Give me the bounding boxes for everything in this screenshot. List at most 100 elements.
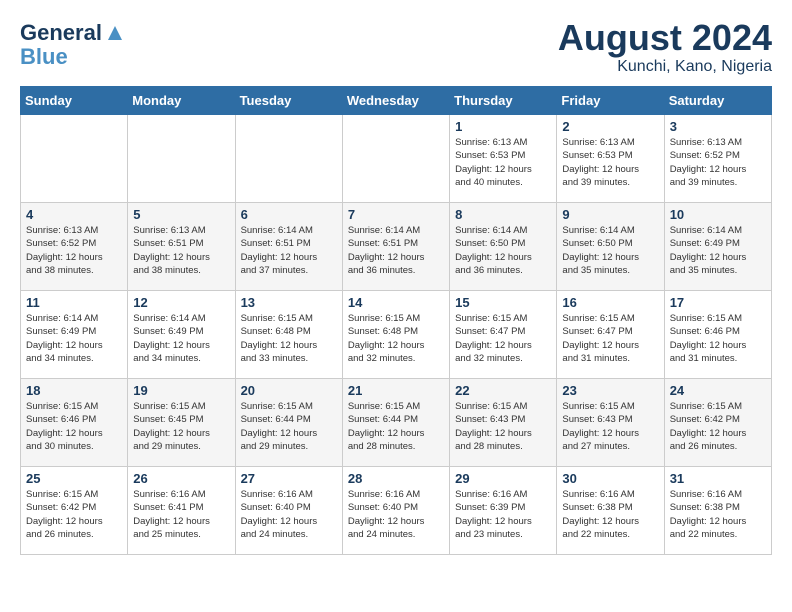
week-row-5: 25Sunrise: 6:15 AM Sunset: 6:42 PM Dayli… bbox=[21, 467, 772, 555]
day-info: Sunrise: 6:16 AM Sunset: 6:38 PM Dayligh… bbox=[670, 488, 766, 541]
day-cell: 28 Sunrise: 6:16 AM Sunset: 6:40 PM Dayli… bbox=[342, 467, 449, 555]
week-row-1: 1Sunrise: 6:13 AM Sunset: 6:53 PM Daylig… bbox=[21, 115, 772, 203]
day-info: Sunrise: 6:15 AM Sunset: 6:48 PM Dayligh… bbox=[241, 312, 337, 365]
day-number: 18 bbox=[26, 383, 122, 398]
day-number: 6 bbox=[241, 207, 337, 222]
day-number: 13 bbox=[241, 295, 337, 310]
day-cell: 14 Sunrise: 6:15 AM Sunset: 6:48 PM Dayli… bbox=[342, 291, 449, 379]
day-cell: 18 Sunrise: 6:15 AM Sunset: 6:46 PM Dayli… bbox=[21, 379, 128, 467]
day-info: Sunrise: 6:14 AM Sunset: 6:49 PM Dayligh… bbox=[133, 312, 229, 365]
page-header: General Blue August 2024 Kunchi, Kano, N… bbox=[20, 20, 772, 76]
day-info: Sunrise: 6:13 AM Sunset: 6:52 PM Dayligh… bbox=[26, 224, 122, 277]
day-number: 11 bbox=[26, 295, 122, 310]
day-info: Sunrise: 6:15 AM Sunset: 6:42 PM Dayligh… bbox=[670, 400, 766, 453]
day-info: Sunrise: 6:13 AM Sunset: 6:51 PM Dayligh… bbox=[133, 224, 229, 277]
day-cell: 15 Sunrise: 6:15 AM Sunset: 6:47 PM Dayli… bbox=[450, 291, 557, 379]
day-cell: 8 Sunrise: 6:14 AM Sunset: 6:50 PM Daylig… bbox=[450, 203, 557, 291]
day-cell: 11Sunrise: 6:14 AM Sunset: 6:49 PM Dayli… bbox=[21, 291, 128, 379]
day-number: 15 bbox=[455, 295, 551, 310]
day-info: Sunrise: 6:14 AM Sunset: 6:50 PM Dayligh… bbox=[455, 224, 551, 277]
day-cell: 6 Sunrise: 6:14 AM Sunset: 6:51 PM Daylig… bbox=[235, 203, 342, 291]
logo-blue: Blue bbox=[20, 44, 68, 70]
day-number: 21 bbox=[348, 383, 444, 398]
day-number: 29 bbox=[455, 471, 551, 486]
day-number: 7 bbox=[348, 207, 444, 222]
day-cell: 5 Sunrise: 6:13 AM Sunset: 6:51 PM Daylig… bbox=[128, 203, 235, 291]
day-cell: 13 Sunrise: 6:15 AM Sunset: 6:48 PM Dayli… bbox=[235, 291, 342, 379]
day-cell bbox=[342, 115, 449, 203]
week-row-4: 18 Sunrise: 6:15 AM Sunset: 6:46 PM Dayli… bbox=[21, 379, 772, 467]
day-info: Sunrise: 6:15 AM Sunset: 6:47 PM Dayligh… bbox=[455, 312, 551, 365]
day-cell: 12 Sunrise: 6:14 AM Sunset: 6:49 PM Dayli… bbox=[128, 291, 235, 379]
day-cell: 19 Sunrise: 6:15 AM Sunset: 6:45 PM Dayli… bbox=[128, 379, 235, 467]
day-info: Sunrise: 6:16 AM Sunset: 6:40 PM Dayligh… bbox=[348, 488, 444, 541]
day-cell: 21 Sunrise: 6:15 AM Sunset: 6:44 PM Dayli… bbox=[342, 379, 449, 467]
day-cell: 27 Sunrise: 6:16 AM Sunset: 6:40 PM Dayli… bbox=[235, 467, 342, 555]
day-number: 28 bbox=[348, 471, 444, 486]
day-cell bbox=[128, 115, 235, 203]
logo: General Blue bbox=[20, 20, 126, 70]
day-number: 24 bbox=[670, 383, 766, 398]
day-info: Sunrise: 6:15 AM Sunset: 6:48 PM Dayligh… bbox=[348, 312, 444, 365]
day-info: Sunrise: 6:15 AM Sunset: 6:46 PM Dayligh… bbox=[26, 400, 122, 453]
day-info: Sunrise: 6:16 AM Sunset: 6:40 PM Dayligh… bbox=[241, 488, 337, 541]
day-info: Sunrise: 6:15 AM Sunset: 6:46 PM Dayligh… bbox=[670, 312, 766, 365]
day-number: 16 bbox=[562, 295, 658, 310]
title-area: August 2024 Kunchi, Kano, Nigeria bbox=[558, 20, 772, 76]
day-info: Sunrise: 6:15 AM Sunset: 6:45 PM Dayligh… bbox=[133, 400, 229, 453]
header-sunday: Sunday bbox=[21, 87, 128, 115]
header-tuesday: Tuesday bbox=[235, 87, 342, 115]
day-cell: 22Sunrise: 6:15 AM Sunset: 6:43 PM Dayli… bbox=[450, 379, 557, 467]
day-cell: 29Sunrise: 6:16 AM Sunset: 6:39 PM Dayli… bbox=[450, 467, 557, 555]
day-number: 25 bbox=[26, 471, 122, 486]
day-info: Sunrise: 6:14 AM Sunset: 6:50 PM Dayligh… bbox=[562, 224, 658, 277]
day-info: Sunrise: 6:15 AM Sunset: 6:43 PM Dayligh… bbox=[455, 400, 551, 453]
day-cell: 25Sunrise: 6:15 AM Sunset: 6:42 PM Dayli… bbox=[21, 467, 128, 555]
day-info: Sunrise: 6:14 AM Sunset: 6:51 PM Dayligh… bbox=[241, 224, 337, 277]
week-row-2: 4Sunrise: 6:13 AM Sunset: 6:52 PM Daylig… bbox=[21, 203, 772, 291]
day-number: 2 bbox=[562, 119, 658, 134]
day-cell: 26Sunrise: 6:16 AM Sunset: 6:41 PM Dayli… bbox=[128, 467, 235, 555]
logo-icon bbox=[104, 22, 126, 44]
day-number: 8 bbox=[455, 207, 551, 222]
day-cell: 4Sunrise: 6:13 AM Sunset: 6:52 PM Daylig… bbox=[21, 203, 128, 291]
day-cell: 10 Sunrise: 6:14 AM Sunset: 6:49 PM Dayli… bbox=[664, 203, 771, 291]
day-number: 14 bbox=[348, 295, 444, 310]
day-info: Sunrise: 6:13 AM Sunset: 6:53 PM Dayligh… bbox=[562, 136, 658, 189]
day-info: Sunrise: 6:16 AM Sunset: 6:38 PM Dayligh… bbox=[562, 488, 658, 541]
week-row-3: 11 Sunrise: 6:14 AM Sunset: 6:49 PM Dayli… bbox=[21, 291, 772, 379]
day-number: 10 bbox=[670, 207, 766, 222]
day-number: 12 bbox=[133, 295, 229, 310]
day-cell: 2 Sunrise: 6:13 AM Sunset: 6:53 PM Daylig… bbox=[557, 115, 664, 203]
day-cell: 7Sunrise: 6:14 AM Sunset: 6:51 PM Daylig… bbox=[342, 203, 449, 291]
day-number: 19 bbox=[133, 383, 229, 398]
day-number: 26 bbox=[133, 471, 229, 486]
day-info: Sunrise: 6:15 AM Sunset: 6:43 PM Dayligh… bbox=[562, 400, 658, 453]
day-number: 3 bbox=[670, 119, 766, 134]
day-cell: 31 Sunrise: 6:16 AM Sunset: 6:38 PM Dayli… bbox=[664, 467, 771, 555]
day-number: 5 bbox=[133, 207, 229, 222]
day-info: Sunrise: 6:15 AM Sunset: 6:44 PM Dayligh… bbox=[348, 400, 444, 453]
day-cell: 30Sunrise: 6:16 AM Sunset: 6:38 PM Dayli… bbox=[557, 467, 664, 555]
day-info: Sunrise: 6:15 AM Sunset: 6:44 PM Dayligh… bbox=[241, 400, 337, 453]
day-cell: 3Sunrise: 6:13 AM Sunset: 6:52 PM Daylig… bbox=[664, 115, 771, 203]
calendar-table: SundayMondayTuesdayWednesdayThursdayFrid… bbox=[20, 86, 772, 555]
day-cell: 9Sunrise: 6:14 AM Sunset: 6:50 PM Daylig… bbox=[557, 203, 664, 291]
day-info: Sunrise: 6:14 AM Sunset: 6:49 PM Dayligh… bbox=[670, 224, 766, 277]
day-number: 31 bbox=[670, 471, 766, 486]
day-number: 20 bbox=[241, 383, 337, 398]
month-title: August 2024 bbox=[558, 20, 772, 56]
day-cell: 24 Sunrise: 6:15 AM Sunset: 6:42 PM Dayli… bbox=[664, 379, 771, 467]
day-cell bbox=[235, 115, 342, 203]
day-cell: 17 Sunrise: 6:15 AM Sunset: 6:46 PM Dayli… bbox=[664, 291, 771, 379]
header-thursday: Thursday bbox=[450, 87, 557, 115]
header-wednesday: Wednesday bbox=[342, 87, 449, 115]
day-number: 17 bbox=[670, 295, 766, 310]
day-number: 23 bbox=[562, 383, 658, 398]
day-info: Sunrise: 6:15 AM Sunset: 6:47 PM Dayligh… bbox=[562, 312, 658, 365]
weekday-header-row: SundayMondayTuesdayWednesdayThursdayFrid… bbox=[21, 87, 772, 115]
day-cell: 1Sunrise: 6:13 AM Sunset: 6:53 PM Daylig… bbox=[450, 115, 557, 203]
day-number: 27 bbox=[241, 471, 337, 486]
day-info: Sunrise: 6:13 AM Sunset: 6:53 PM Dayligh… bbox=[455, 136, 551, 189]
header-saturday: Saturday bbox=[664, 87, 771, 115]
